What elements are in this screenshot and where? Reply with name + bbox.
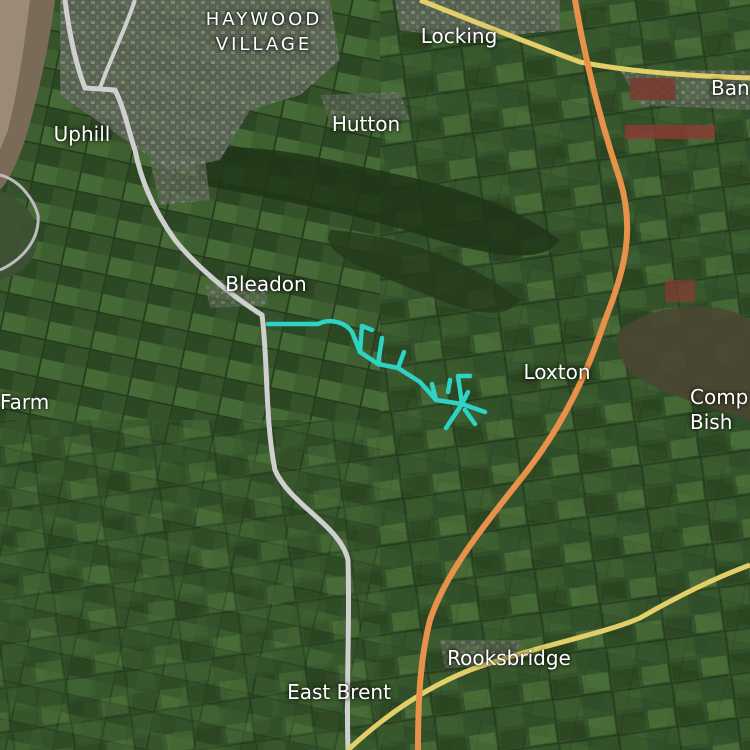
label-haywood-line2: VILLAGE — [215, 34, 313, 55]
label-haywood-village: HAYWOOD VILLAGE — [206, 7, 322, 57]
label-east-brent: East Brent — [287, 680, 391, 704]
label-rooksbridge: Rooksbridge — [447, 646, 571, 670]
label-bleadon: Bleadon — [225, 272, 307, 296]
map-view[interactable]: HAYWOOD VILLAGE Locking Ban Uphill Hutto… — [0, 0, 750, 750]
label-compton-bishop: Comp Bish — [690, 385, 748, 435]
label-compton-line2: Bish — [690, 410, 733, 434]
label-farm: Farm — [0, 390, 50, 414]
label-uphill: Uphill — [53, 122, 111, 146]
label-loxton: Loxton — [523, 360, 591, 384]
label-locking: Locking — [420, 24, 498, 48]
label-compton-line1: Comp — [690, 385, 749, 409]
label-haywood-line1: HAYWOOD — [205, 9, 323, 30]
label-hutton: Hutton — [331, 112, 401, 136]
label-banwell: Ban — [711, 76, 750, 100]
